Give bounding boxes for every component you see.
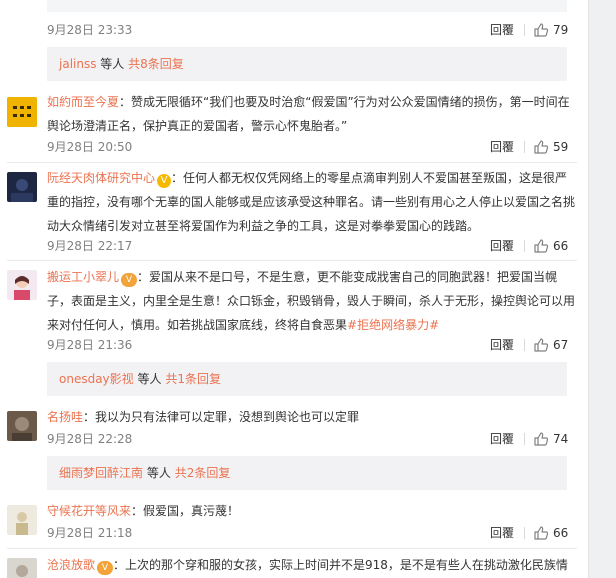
level-badge-icon: V [121,273,138,287]
comment-user-link[interactable]: 搬运工小翠儿 [47,270,119,284]
comment-text: 沧浪放歌 V ：上次的那个穿和服的女孩，实际上时间并不是918，是不是有些人在挑动激… [47,553,575,577]
comment-meta: 9月28日 21:18 回覆 66 [47,523,568,543]
comment-user-link[interactable]: 如約而至今夏 [47,95,119,109]
comment-date: 9月28日 21:18 [47,526,133,540]
divider [524,24,525,36]
thumbs-up-icon[interactable] [533,22,549,38]
hashtag-link[interactable]: #拒绝网络暴力# [347,318,439,332]
reply-box-tail [47,0,567,12]
thumbs-up-icon[interactable] [533,525,549,541]
more-replies-link[interactable]: 共8条回复 [128,57,184,71]
comment-text: 如約而至今夏：赞成无限循环“我们也要及时治愈“假爱国”行为对公众爱国情绪的损伤，… [47,90,575,138]
reply-button[interactable]: 回覆 [490,523,514,543]
comment-user-link[interactable]: 沧浪放歌 [47,558,95,572]
comment-date: 9月28日 22:28 [47,432,133,446]
like-count[interactable]: 67 [553,335,568,355]
reply-summary[interactable]: 细雨梦回醉江南 等人 共2条回复 [47,456,567,490]
reply-people-label: 等人 [100,57,125,71]
avatar[interactable] [7,97,37,127]
divider [524,339,525,351]
like-count[interactable]: 79 [553,20,568,40]
reply-button[interactable]: 回覆 [490,429,514,449]
comment-date: 9月28日 20:50 [47,140,133,154]
comment-body: ：假爱国，真污蔑！ [131,504,240,518]
reply-user-link[interactable]: onesday影视 [59,372,134,386]
comment-divider [7,548,577,549]
comment-body: ：赞成无限循环“我们也要及时治愈“假爱国”行为对公众爱国情绪的损伤，第一时间在舆… [47,95,570,133]
reply-user-link[interactable]: 细雨梦回醉江南 [59,466,143,480]
level-badge-icon: V [97,561,114,575]
like-count[interactable]: 74 [553,429,568,449]
comment-user-link[interactable]: 名扬哇 [47,410,83,424]
comment-meta: 9月28日 21:36 回覆 67 [47,335,568,355]
comment-text: 守候花开等风来：假爱国，真污蔑！ [47,499,575,523]
more-replies-link[interactable]: 共1条回复 [165,372,221,386]
comment-meta: 9月28日 23:33 回覆 79 [47,20,568,40]
avatar[interactable] [7,505,37,535]
comment-text: 搬运工小翠儿 V ：爱国从来不是口号，不是生意，更不能变成戕害自己的同胞武器！把爱国… [47,265,575,337]
reply-button[interactable]: 回覆 [490,236,514,256]
comment-date: 9月28日 21:36 [47,338,133,352]
like-count[interactable]: 59 [553,137,568,157]
thumbs-up-icon[interactable] [533,238,549,254]
thumbs-up-icon[interactable] [533,337,549,353]
reply-people-label: 等人 [146,466,171,480]
comment-text: 阮经天肉体研究中心 V ：任何人都无权仅凭网络上的零星点滴审判别人不爱国甚至叛国，这… [47,166,575,238]
comment-feed: 9月28日 23:33 回覆 79 jalinss 等人 共8条回复 如約而至今… [0,0,588,578]
divider [524,527,525,539]
comment-date: 9月28日 23:33 [47,23,133,37]
reply-summary[interactable]: onesday影视 等人 共1条回复 [47,362,567,396]
comment-text: 名扬哇：我以为只有法律可以定罪，没想到舆论也可以定罪 [47,405,575,429]
avatar[interactable] [7,172,37,202]
verified-badge-icon: V [157,174,172,188]
comment-date: 9月28日 22:17 [47,239,133,253]
divider [524,240,525,252]
avatar[interactable] [7,411,37,441]
comment-divider [7,162,577,163]
comment-body: ：上次的那个穿和服的女孩，实际上时间并不是918，是不是有些人在挑动激化民族情 [113,558,568,572]
like-count[interactable]: 66 [553,236,568,256]
divider [524,433,525,445]
like-count[interactable]: 66 [553,523,568,543]
comment-meta: 9月28日 22:28 回覆 74 [47,429,568,449]
scrollbar[interactable] [588,0,616,578]
comment-divider [7,260,577,261]
comment-meta: 9月28日 20:50 回覆 59 [47,137,568,157]
more-replies-link[interactable]: 共2条回复 [175,466,231,480]
comment-user-link[interactable]: 守候花开等风来 [47,504,131,518]
reply-people-label: 等人 [137,372,162,386]
reply-user-link[interactable]: jalinss [59,57,96,71]
comment-meta: 9月28日 22:17 回覆 66 [47,236,568,256]
avatar[interactable] [7,270,37,300]
reply-summary[interactable]: jalinss 等人 共8条回复 [47,47,567,81]
avatar[interactable] [7,558,37,578]
thumbs-up-icon[interactable] [533,139,549,155]
divider [524,141,525,153]
comment-user-link[interactable]: 阮经天肉体研究中心 [47,171,155,185]
reply-button[interactable]: 回覆 [490,335,514,355]
reply-button[interactable]: 回覆 [490,20,514,40]
comment-body: ：我以为只有法律可以定罪，没想到舆论也可以定罪 [83,410,360,424]
reply-button[interactable]: 回覆 [490,137,514,157]
thumbs-up-icon[interactable] [533,431,549,447]
